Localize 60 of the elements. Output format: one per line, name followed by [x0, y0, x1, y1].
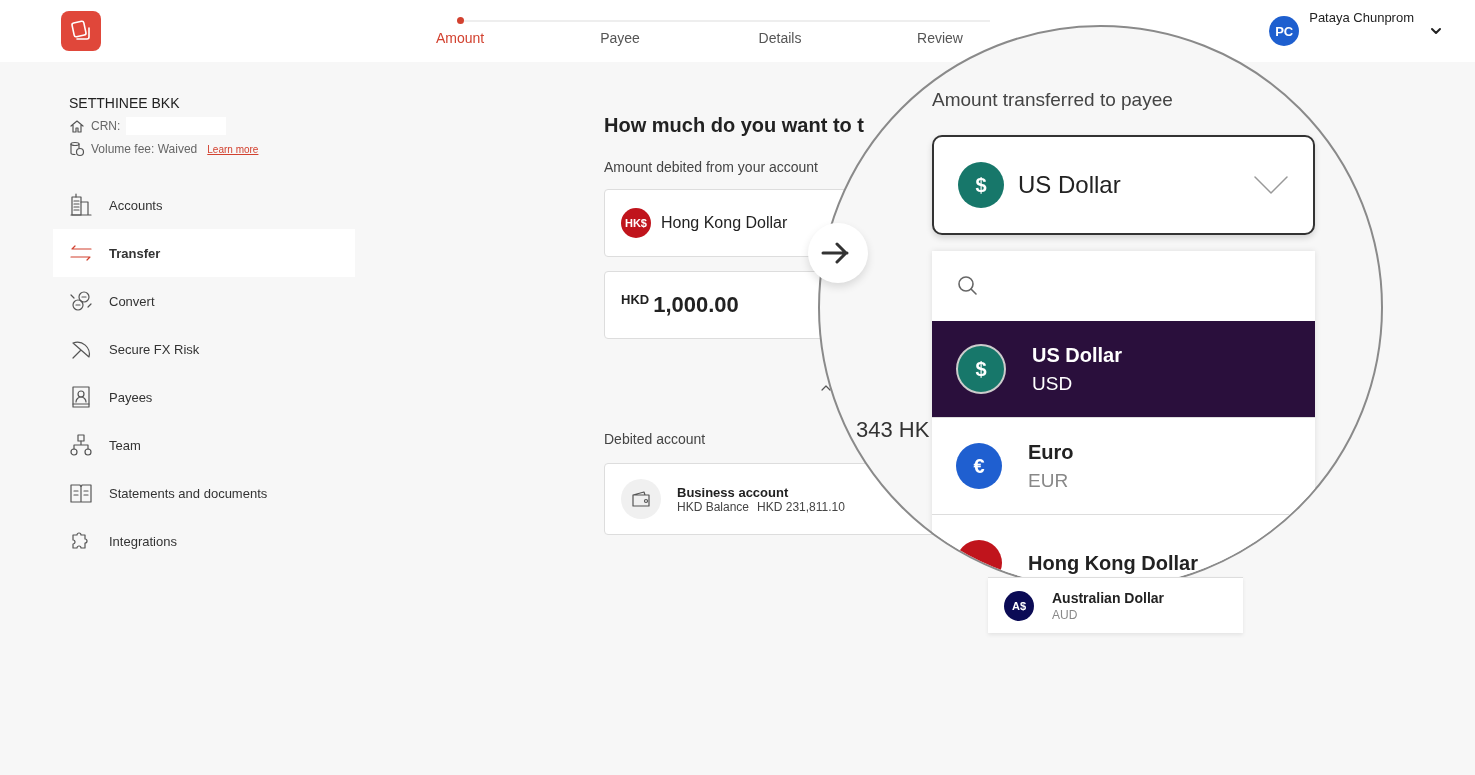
user-avatar[interactable]: PC [1269, 16, 1300, 46]
currency-code: EUR [1028, 469, 1070, 492]
currency-name: US Dollar [1018, 171, 1122, 199]
currency-code: USD [1032, 372, 1074, 395]
account-name: Business account [677, 484, 790, 500]
field-label: Debited account [604, 431, 707, 447]
currency-name: Australian Dollar [1052, 589, 1165, 606]
currency-code: AUD [1052, 607, 1079, 622]
currency-badge: $ [958, 162, 1004, 208]
learn-more-link[interactable]: Learn more [207, 143, 259, 155]
currency-badge: A$ [1004, 590, 1034, 621]
currency-option[interactable]: A$ Australian Dollar AUD [988, 577, 1243, 633]
currency-option[interactable]: $ US Dollar USD [932, 321, 1315, 418]
page-heading: How much do you want to t [604, 114, 865, 137]
book-icon [69, 481, 93, 505]
currency-option[interactable]: € Euro EUR [932, 418, 1315, 515]
nav-item[interactable]: Transfer [53, 229, 355, 277]
volume-fee-text: Volume fee: Waived [91, 142, 198, 156]
step-tab[interactable]: Details [700, 16, 860, 46]
arrow-right-icon [820, 241, 850, 265]
currency-select[interactable]: $ US Dollar [932, 135, 1315, 235]
currency-badge: HK$ [621, 208, 651, 238]
nav-item[interactable]: Accounts [53, 181, 355, 229]
coins-icon [69, 141, 85, 157]
chevron-down-icon [1253, 175, 1289, 195]
contact-book-icon [69, 385, 93, 409]
currency-name: Euro [1028, 440, 1074, 464]
currency-code: HKD [621, 292, 650, 307]
nav-item[interactable]: Payees [53, 373, 355, 421]
wallet-drawing [630, 490, 652, 508]
amount-value: 1,000.00 [653, 292, 739, 318]
currency-exchange-icon [69, 289, 93, 313]
nav-item[interactable]: Secure FX Risk [53, 325, 355, 373]
house-icon [69, 118, 85, 134]
currency-name: US Dollar [1032, 343, 1123, 367]
exchange-rate-text: 343 HK [856, 417, 930, 443]
crn-label: CRN: [91, 119, 121, 133]
search-icon [956, 274, 980, 298]
nav-item[interactable]: Convert [53, 277, 355, 325]
balance-label: HKD Balance [677, 499, 750, 514]
cards-icon [69, 19, 93, 43]
nav-item[interactable]: Team [53, 421, 355, 469]
field-label: Amount transferred to payee [932, 89, 1174, 111]
logo-icon[interactable] [61, 11, 101, 51]
user-name: Pataya Chunprom [1309, 10, 1414, 25]
currency-name: Hong Kong Dollar [1028, 551, 1198, 575]
currency-badge: $ [956, 344, 1006, 394]
org-chart-icon [69, 433, 93, 457]
step-tab[interactable]: Review [860, 16, 1020, 46]
step-tab[interactable]: Payee [540, 16, 700, 46]
field-label: Amount debited from your account [604, 159, 819, 175]
currency-badge: € [956, 443, 1002, 489]
balance-value: HKD 231,811.10 [757, 499, 845, 514]
nav-item[interactable]: Integrations [53, 517, 355, 565]
chevron-down-icon[interactable] [1430, 27, 1442, 35]
step-tab[interactable]: Amount [380, 16, 540, 46]
company-name: SETTHINEE BKK [69, 95, 181, 111]
nav-item[interactable]: Statements and documents [53, 469, 355, 517]
building-icon [69, 193, 93, 217]
currency-name: Hong Kong Dollar [661, 214, 788, 232]
